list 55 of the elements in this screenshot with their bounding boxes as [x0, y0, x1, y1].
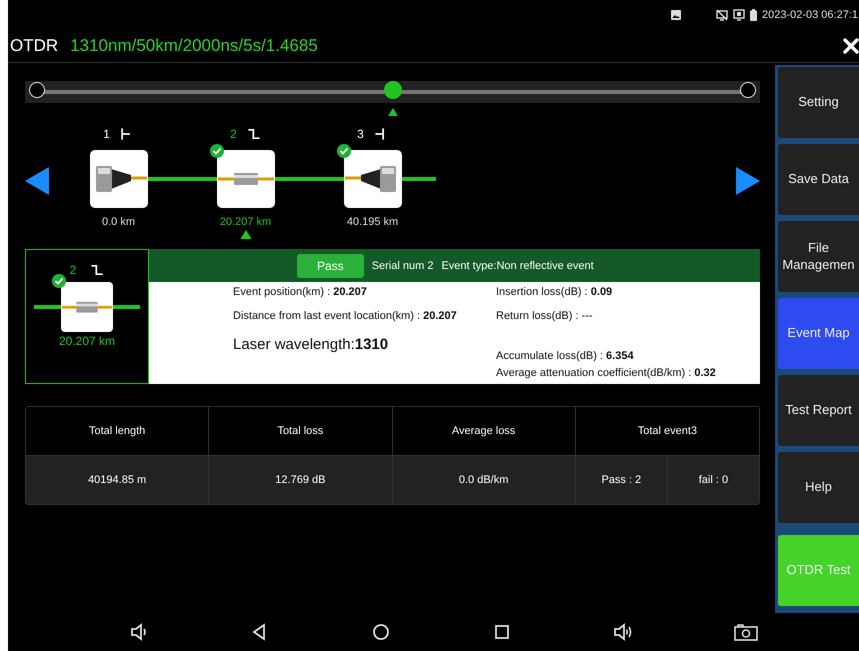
previous-arrow-icon[interactable]: [25, 167, 49, 195]
event-field: Return loss(dB) : ---: [496, 310, 760, 322]
event-field: Event position(km) : 20.207: [233, 286, 496, 299]
event-distance: 0.0 km: [102, 216, 135, 228]
volume-up-icon[interactable]: [613, 622, 634, 642]
slider-end-icon: [29, 82, 45, 98]
event-type-icon: [246, 126, 261, 140]
table-header: Total length: [26, 407, 210, 455]
table-cell: 12.769 dB: [209, 455, 392, 504]
event-distance: 20.207 km: [220, 216, 272, 228]
selected-pointer-icon: [240, 230, 252, 238]
home-icon[interactable]: [370, 622, 391, 642]
event-number: 2: [70, 263, 76, 277]
app-title: OTDR: [10, 36, 58, 56]
table-cell-text: fail : 0: [698, 473, 730, 488]
event-field: Average attenuation coefficient(dB/km) : 0.32: [496, 366, 760, 380]
table-cell: Pass : 2: [576, 456, 668, 504]
sidebar-button[interactable]: Event Map: [778, 298, 859, 369]
event-card[interactable]: [90, 150, 148, 208]
event-card[interactable]: [344, 150, 402, 208]
screen-off-icon: [716, 9, 728, 21]
event-field: Accumulate loss(dB) : 6.354: [496, 350, 760, 363]
sidebar-button[interactable]: File Managemen: [778, 221, 859, 292]
sidebar-button[interactable]: Test Report: [778, 375, 859, 446]
screenshot-icon[interactable]: [734, 622, 758, 642]
sidebar-button[interactable]: Help: [778, 452, 859, 523]
slider-thumb[interactable]: [384, 81, 402, 99]
slider-end-icon: [740, 82, 756, 98]
test-parameters: 1310nm/50km/2000ns/5s/1.4685: [70, 36, 319, 56]
event-number: 2: [230, 126, 237, 140]
sidebar-button[interactable]: Save Data: [778, 144, 859, 215]
close-icon[interactable]: [843, 38, 859, 54]
splice-icon: [62, 300, 112, 314]
table-cell: 40194.85 m: [26, 455, 210, 504]
event-distance: 40.195 km: [346, 216, 398, 228]
pointer-triangle-icon: [388, 108, 398, 116]
event-distance: 20.207 km: [58, 334, 116, 348]
event-field: Laser wavelength:1310: [233, 336, 496, 354]
table-header: Average loss: [392, 407, 576, 455]
volume-down-icon[interactable]: [128, 622, 149, 642]
battery-icon: [750, 9, 757, 21]
event-number: 1: [103, 126, 110, 140]
image-icon: [670, 10, 681, 20]
event-number: 3: [357, 126, 364, 140]
event-type-icon: [90, 263, 104, 277]
position-slider[interactable]: [25, 81, 760, 103]
table-cell: 0.0 dB/km: [392, 455, 576, 504]
event-field: Distance from last event location(km) : 20.207: [233, 310, 496, 322]
splice-icon: [218, 172, 274, 186]
event-field: Insertion loss(dB) : 0.09: [496, 286, 760, 299]
status-clock: 2023-02-03 06:27:1: [762, 9, 858, 21]
sidebar-button[interactable]: Setting: [778, 67, 859, 138]
event-type-text: Event type:Non reflective event: [441, 260, 594, 272]
serial-number: Serial num 2: [372, 260, 434, 272]
next-arrow-icon[interactable]: [736, 167, 760, 195]
